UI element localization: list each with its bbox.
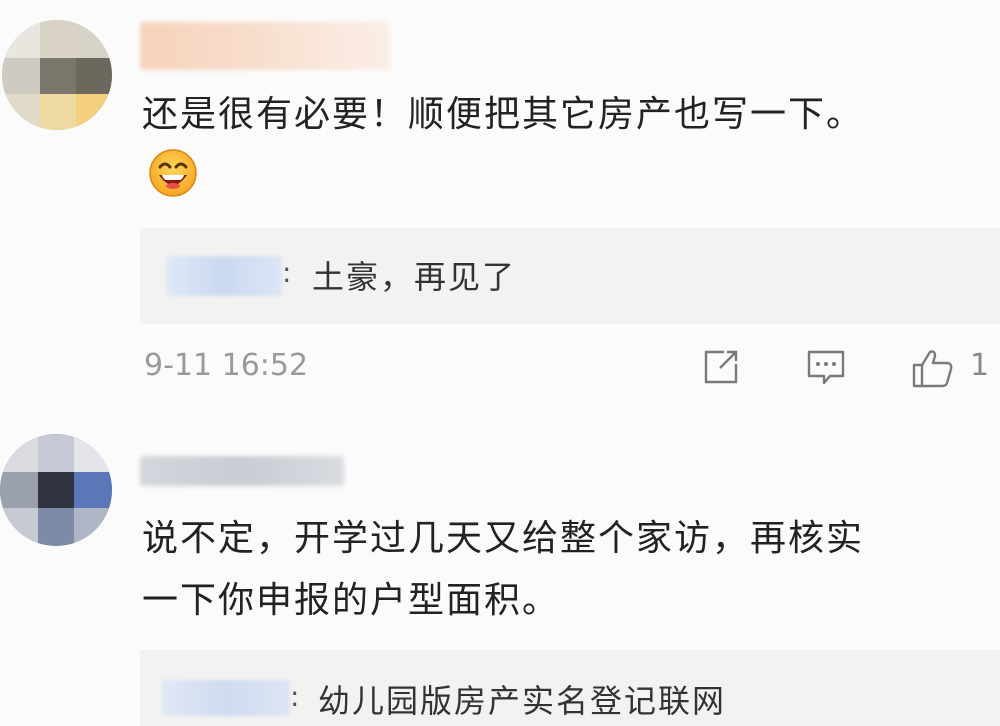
reply-colon: : (290, 680, 300, 713)
grinning-face-emoji (149, 149, 197, 197)
reply-username-blurred[interactable] (162, 680, 290, 716)
comment-text-line-1: 说不定，开学过几天又给整个家访，再核实 (142, 518, 865, 559)
reply-box[interactable]: : 土豪，再见了 (140, 228, 1000, 324)
thumbs-up-icon[interactable] (910, 346, 956, 390)
reply-box[interactable]: : 幼儿园版房产实名登记联网 (140, 650, 1000, 726)
avatar[interactable] (0, 434, 112, 546)
username-blurred[interactable] (140, 456, 344, 486)
comment-text: 还是很有必要！顺便把其它房产也写一下。 (142, 94, 865, 135)
comment-feed: 还是很有必要！顺便把其它房产也写一下。 : 土豪，再见了 9-11 16:52 (0, 0, 1000, 726)
reply-username-blurred[interactable] (166, 256, 282, 296)
comment-icon[interactable] (804, 346, 848, 388)
timestamp: 9-11 16:52 (144, 348, 309, 383)
like-count: 1 (970, 348, 990, 383)
reply-text: 幼儿园版房产实名登记联网 (318, 682, 727, 720)
username-blurred[interactable] (140, 22, 390, 70)
comment-meta: 9-11 16:52 1 (140, 340, 1000, 396)
share-icon[interactable] (700, 346, 742, 388)
reply-text: 土豪，再见了 (312, 258, 517, 296)
avatar[interactable] (2, 20, 112, 130)
comment-text-line-2: 一下你申报的户型面积。 (142, 580, 561, 621)
reply-colon: : (282, 256, 292, 289)
